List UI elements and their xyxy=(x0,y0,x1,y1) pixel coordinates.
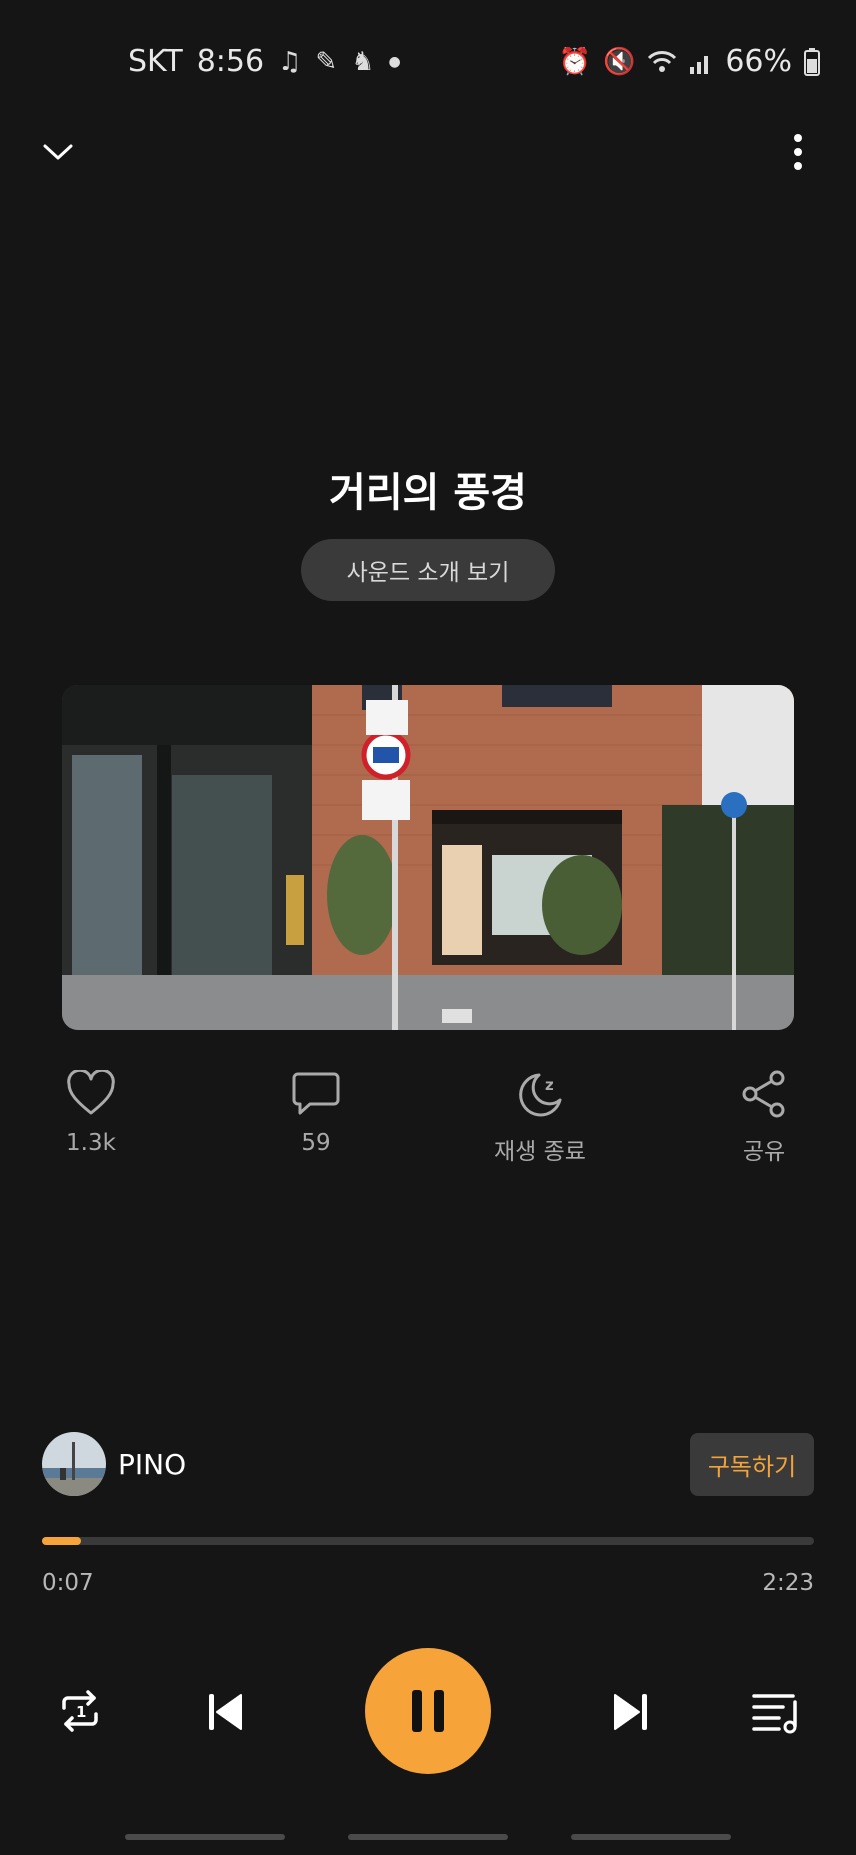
subscribe-button[interactable]: 구독하기 xyxy=(690,1433,814,1496)
nav-gesture-home[interactable] xyxy=(348,1834,508,1840)
more-options-button[interactable] xyxy=(768,122,828,182)
artist-name: PINO xyxy=(118,1447,187,1481)
heart-icon xyxy=(67,1070,115,1115)
previous-button[interactable] xyxy=(195,1682,255,1742)
moon-sleep-icon: z xyxy=(519,1073,562,1117)
carrier-label: SKT xyxy=(128,44,183,79)
clock: 8:56 xyxy=(196,44,265,79)
cover-artwork xyxy=(62,685,794,1030)
comment-count: 59 xyxy=(301,1130,331,1156)
elapsed-time: 0:07 xyxy=(42,1570,94,1596)
like-action[interactable]: 1.3k xyxy=(21,1070,161,1156)
dot-icon: ● xyxy=(388,53,401,70)
skip-previous-icon xyxy=(209,1694,242,1730)
status-bar-left: SKT 8:56 ♫ ✎ ♞ ● xyxy=(128,44,401,79)
share-action[interactable]: 공유 xyxy=(694,1070,834,1166)
playlist-button[interactable] xyxy=(746,1682,806,1742)
alarm-icon: ⏰ xyxy=(558,46,591,77)
battery-icon xyxy=(804,47,820,76)
nav-gesture-back[interactable] xyxy=(571,1834,731,1840)
sleep-timer-label: 재생 종료 xyxy=(494,1139,586,1165)
total-duration: 2:23 xyxy=(762,1570,814,1596)
nav-gesture-recents[interactable] xyxy=(125,1834,285,1840)
skip-next-icon xyxy=(614,1694,647,1730)
pause-button[interactable] xyxy=(365,1648,491,1774)
artist-row[interactable]: PINO xyxy=(42,1432,186,1496)
comment-action[interactable]: 59 xyxy=(246,1070,386,1156)
pause-icon xyxy=(412,1690,444,1732)
app-notification-icon: ✎ xyxy=(315,46,338,77)
collapse-button[interactable] xyxy=(28,122,88,182)
svg-text:1: 1 xyxy=(76,1703,86,1721)
repeat-one-button[interactable]: 1 xyxy=(50,1680,110,1742)
share-label: 공유 xyxy=(742,1139,786,1165)
playlist-icon xyxy=(752,1694,797,1734)
signal-icon xyxy=(690,55,709,74)
chevron-down-icon xyxy=(43,144,73,160)
wifi-icon xyxy=(648,50,677,72)
app-notification-icon: ♞ xyxy=(351,46,375,77)
mute-icon: 🔇 xyxy=(602,46,636,77)
progress-bar[interactable] xyxy=(42,1537,814,1545)
progress-fill xyxy=(42,1537,81,1545)
svg-text:z: z xyxy=(545,1076,554,1094)
sound-intro-button[interactable]: 사운드 소개 보기 xyxy=(301,539,555,601)
status-bar-right: ⏰ 🔇 66% xyxy=(559,44,820,79)
repeat-one-icon: 1 xyxy=(62,1690,98,1732)
like-count: 1.3k xyxy=(66,1130,116,1156)
sleep-timer-action[interactable]: z 재생 종료 xyxy=(470,1070,610,1166)
more-vertical-icon xyxy=(794,134,802,170)
track-title: 거리의 풍경 xyxy=(329,470,527,516)
battery-percent: 66% xyxy=(725,44,792,79)
next-button[interactable] xyxy=(601,1682,661,1742)
share-icon xyxy=(742,1070,785,1118)
artist-avatar xyxy=(42,1432,106,1496)
music-note-icon: ♫ xyxy=(278,46,302,77)
comment-icon xyxy=(292,1072,340,1115)
